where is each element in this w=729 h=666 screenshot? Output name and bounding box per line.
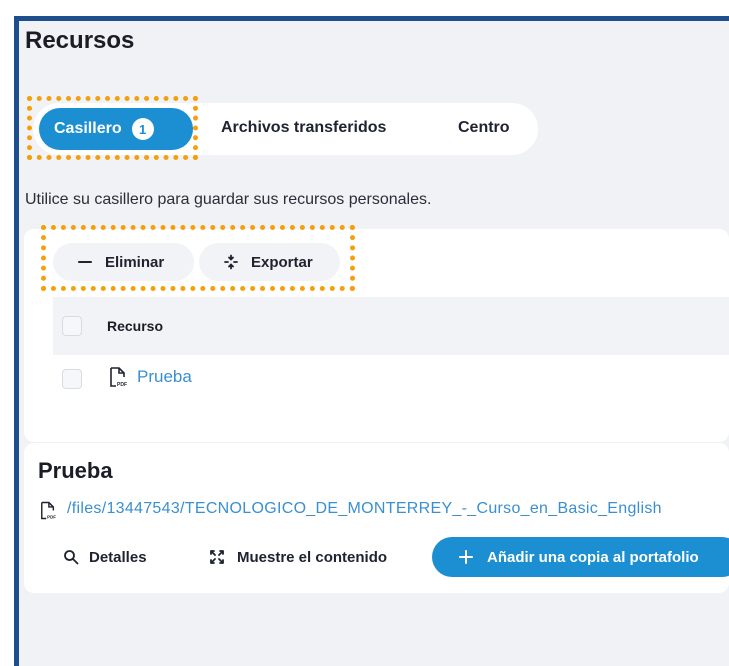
pdf-file-icon: PDF [109, 367, 127, 392]
tab-centro[interactable]: Centro [458, 119, 510, 137]
add-to-portfolio-button[interactable]: Añadir una copia al portafolio [432, 537, 729, 577]
search-icon [63, 549, 79, 565]
details-button-label: Detalles [89, 548, 147, 566]
svg-text:PDF: PDF [117, 382, 127, 387]
show-content-button[interactable]: Muestre el contenido [185, 537, 425, 577]
select-all-checkbox[interactable] [62, 316, 82, 336]
show-content-button-label: Muestre el contenido [237, 548, 388, 566]
svg-text:PDF: PDF [47, 515, 56, 520]
details-button[interactable]: Detalles [41, 537, 179, 577]
highlight-tabs [27, 96, 198, 160]
row-checkbox[interactable] [62, 369, 82, 389]
tab-archivos-transferidos[interactable]: Archivos transferidos [221, 119, 386, 137]
pdf-file-icon: PDF [40, 501, 56, 525]
plus-icon [459, 550, 473, 564]
resource-link[interactable]: Prueba [137, 367, 192, 387]
detail-title: Prueba [38, 458, 113, 483]
column-header-recurso: Recurso [107, 318, 164, 334]
file-path-link[interactable]: /files/13447543/TECNOLOGICO_DE_MONTERREY… [67, 500, 662, 518]
page-content: Recursos Casillero 1 Archivos transferid… [19, 21, 729, 666]
expand-icon [209, 549, 225, 565]
add-to-portfolio-label: Añadir una copia al portafolio [487, 548, 699, 566]
locker-description: Utilice su casillero para guardar sus re… [25, 191, 432, 208]
page-title: Recursos [25, 27, 135, 54]
highlight-actions [41, 225, 355, 291]
